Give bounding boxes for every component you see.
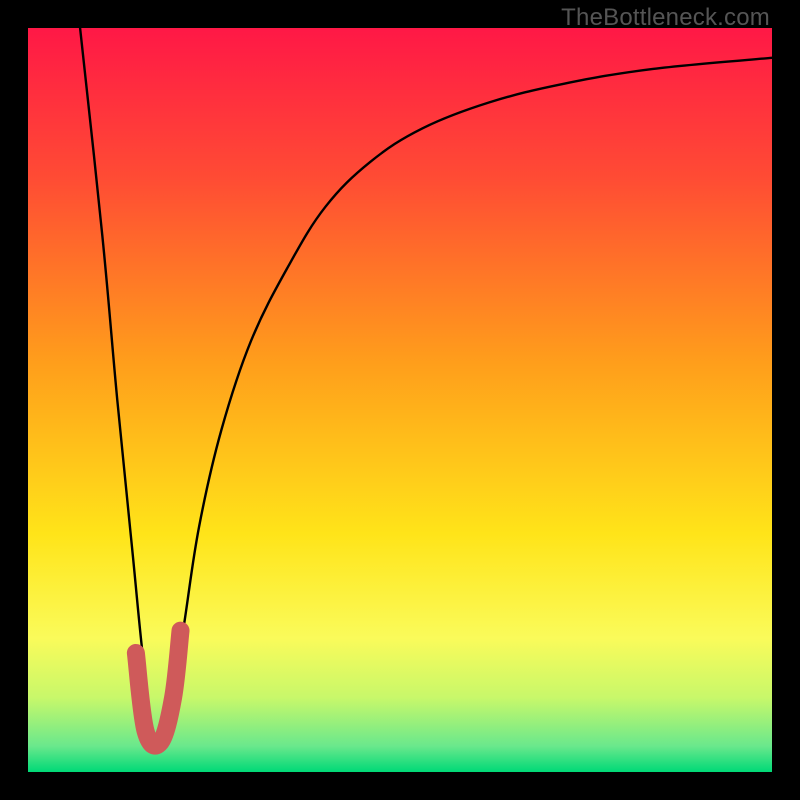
plot-svg <box>28 28 772 772</box>
chart-frame: TheBottleneck.com <box>0 0 800 800</box>
plot-area <box>28 28 772 772</box>
